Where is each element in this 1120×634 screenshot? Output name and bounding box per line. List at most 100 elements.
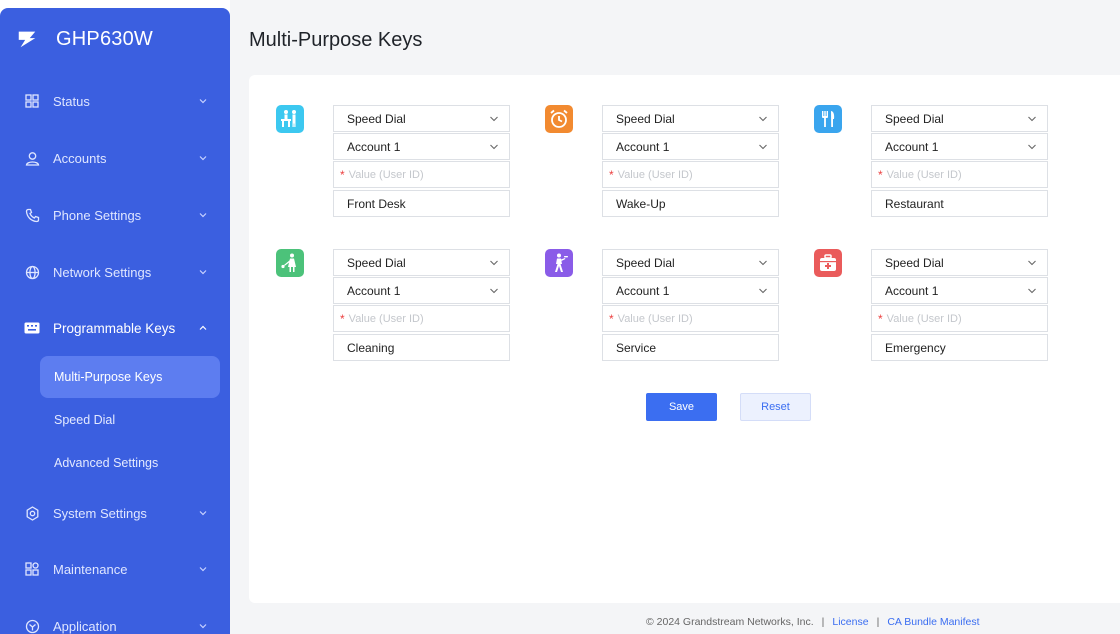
keyboard-icon — [24, 320, 40, 336]
key-value-input[interactable]: * Value (User ID) — [602, 305, 779, 332]
chevron-down-icon — [199, 567, 207, 572]
sidebar-item-status[interactable]: Status — [0, 81, 230, 121]
chevron-down-icon — [490, 144, 498, 150]
reset-button[interactable]: Reset — [740, 393, 811, 421]
key-mode-select[interactable]: Speed Dial — [602, 105, 779, 132]
sidebar-item-accounts[interactable]: Accounts — [0, 138, 230, 178]
key-account-select[interactable]: Account 1 — [871, 277, 1048, 304]
chevron-down-icon — [759, 116, 767, 122]
chevron-down-icon — [1028, 144, 1036, 150]
footer-separator: | — [876, 616, 880, 628]
chevron-down-icon — [1028, 288, 1036, 294]
required-asterisk: * — [340, 311, 345, 326]
key-mode-value: Speed Dial — [885, 111, 944, 126]
key-name-input[interactable]: Cleaning — [333, 334, 510, 361]
key-mode-value: Speed Dial — [885, 255, 944, 270]
gear-icon — [24, 505, 40, 521]
key-name-input[interactable]: Emergency — [871, 334, 1048, 361]
sidebar-item-system-settings[interactable]: System Settings — [0, 493, 230, 533]
key-mode-select[interactable]: Speed Dial — [333, 249, 510, 276]
key-value-placeholder: Value (User ID) — [348, 312, 424, 325]
chevron-down-icon — [759, 144, 767, 150]
service-icon — [545, 249, 573, 277]
key-account-select[interactable]: Account 1 — [333, 133, 510, 160]
key-value-placeholder: Value (User ID) — [886, 312, 962, 325]
sidebar-item-label: Phone Settings — [53, 207, 142, 223]
key-mode-select[interactable]: Speed Dial — [871, 105, 1048, 132]
sidebar-item-label: Maintenance — [53, 561, 128, 577]
brand: GHP630W — [16, 22, 153, 56]
sidebar-item-programmable-keys[interactable]: Programmable Keys — [0, 308, 230, 348]
chevron-down-icon — [199, 213, 207, 218]
key-account-value: Account 1 — [347, 139, 401, 154]
key-mode-select[interactable]: Speed Dial — [333, 105, 510, 132]
front-desk-icon — [276, 105, 304, 133]
key-value-input[interactable]: * Value (User ID) — [871, 161, 1048, 188]
sidebar-subitem-label: Speed Dial — [54, 413, 116, 427]
key-value-placeholder: Value (User ID) — [348, 168, 424, 181]
sidebar: GHP630W Status Accounts Phone Settings N… — [0, 8, 230, 634]
key-account-value: Account 1 — [885, 283, 939, 298]
key-mode-value: Speed Dial — [616, 255, 675, 270]
sidebar-item-application[interactable]: Application — [0, 606, 230, 634]
key-value-input[interactable]: * Value (User ID) — [333, 305, 510, 332]
key-account-select[interactable]: Account 1 — [871, 133, 1048, 160]
sidebar-subitem-advanced-settings[interactable]: Advanced Settings — [40, 442, 220, 484]
first-aid-icon — [814, 249, 842, 277]
grid-plus-icon — [24, 561, 40, 577]
key-mode-value: Speed Dial — [347, 111, 406, 126]
key-name-input[interactable]: Restaurant — [871, 190, 1048, 217]
required-asterisk: * — [878, 167, 883, 182]
chevron-down-icon — [759, 288, 767, 294]
key-mode-value: Speed Dial — [347, 255, 406, 270]
sidebar-item-label: System Settings — [53, 505, 147, 521]
ca-bundle-link[interactable]: CA Bundle Manifest — [887, 616, 979, 628]
chevron-down-icon — [490, 288, 498, 294]
key-value-input[interactable]: * Value (User ID) — [602, 161, 779, 188]
phone-icon — [24, 207, 40, 223]
key-value-input[interactable]: * Value (User ID) — [333, 161, 510, 188]
cleaning-icon — [276, 249, 304, 277]
key-account-select[interactable]: Account 1 — [602, 133, 779, 160]
app-name: GHP630W — [56, 27, 153, 50]
chevron-down-icon — [199, 270, 207, 275]
chevron-down-icon — [490, 260, 498, 266]
key-card: Speed Dial Account 1 * Value (User ID) R… — [814, 105, 1054, 221]
sidebar-item-label: Network Settings — [53, 264, 152, 280]
key-account-value: Account 1 — [347, 283, 401, 298]
key-mode-select[interactable]: Speed Dial — [871, 249, 1048, 276]
main-content: Multi-Purpose Keys Speed Dial Account 1 — [230, 0, 1120, 634]
chevron-up-icon — [199, 325, 207, 330]
key-name-value: Cleaning — [347, 340, 395, 355]
key-name-input[interactable]: Service — [602, 334, 779, 361]
key-account-select[interactable]: Account 1 — [333, 277, 510, 304]
key-account-select[interactable]: Account 1 — [602, 277, 779, 304]
sidebar-subitem-label: Multi-Purpose Keys — [54, 370, 163, 384]
sidebar-item-phone-settings[interactable]: Phone Settings — [0, 195, 230, 235]
restaurant-icon — [814, 105, 842, 133]
key-value-input[interactable]: * Value (User ID) — [871, 305, 1048, 332]
sidebar-item-network-settings[interactable]: Network Settings — [0, 252, 230, 292]
license-link[interactable]: License — [832, 616, 868, 628]
key-name-input[interactable]: Wake-Up — [602, 190, 779, 217]
sidebar-item-maintenance[interactable]: Maintenance — [0, 549, 230, 589]
sidebar-subitem-label: Advanced Settings — [54, 456, 159, 470]
grandstream-logo-icon — [18, 31, 36, 48]
chevron-down-icon — [199, 156, 207, 161]
sidebar-subitem-speed-dial[interactable]: Speed Dial — [40, 399, 220, 441]
footer: © 2024 Grandstream Networks, Inc. | Lice… — [230, 610, 1120, 634]
key-name-value: Restaurant — [885, 196, 944, 211]
key-mode-select[interactable]: Speed Dial — [602, 249, 779, 276]
cube-icon — [24, 618, 40, 634]
key-card: Speed Dial Account 1 * Value (User ID) E… — [814, 249, 1054, 365]
chevron-down-icon — [1028, 260, 1036, 266]
save-button[interactable]: Save — [646, 393, 717, 421]
sidebar-subitem-multi-purpose-keys[interactable]: Multi-Purpose Keys — [40, 356, 220, 398]
key-name-value: Wake-Up — [616, 196, 666, 211]
chevron-down-icon — [490, 116, 498, 122]
required-asterisk: * — [340, 167, 345, 182]
sidebar-item-label: Status — [53, 93, 90, 109]
grid-icon — [24, 93, 40, 109]
required-asterisk: * — [609, 311, 614, 326]
key-name-input[interactable]: Front Desk — [333, 190, 510, 217]
